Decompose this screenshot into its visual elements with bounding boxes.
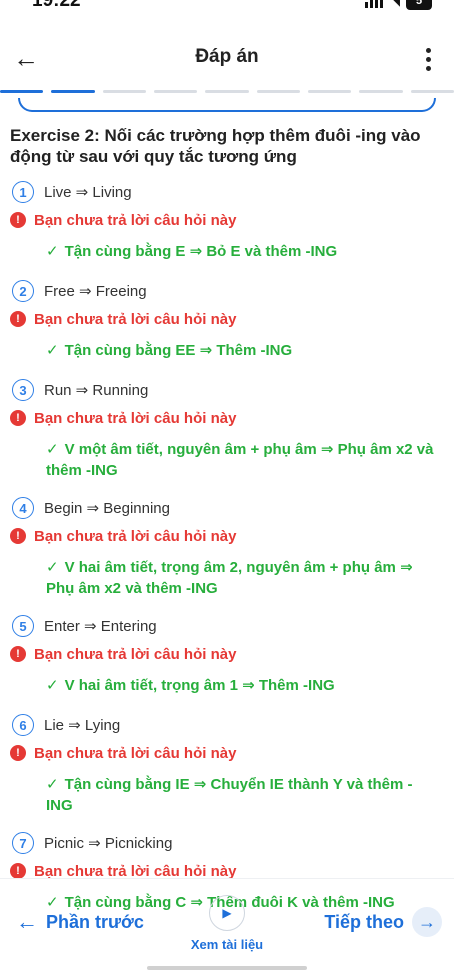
app-header: ← Đáp án	[0, 30, 454, 86]
exercise-title: Exercise 2: Nối các trường hợp thêm đuôi…	[10, 126, 421, 166]
question-text: Run ⇒ Running	[44, 382, 149, 399]
question-number: 1	[12, 181, 34, 203]
arrow-right-icon: →	[412, 907, 442, 937]
question-number: 4	[12, 497, 34, 519]
exclamation-icon: !	[10, 646, 26, 662]
correct-answer: ✓ V một âm tiết, nguyên âm + phụ âm ⇒ Phụ…	[46, 439, 434, 481]
progress-segment[interactable]	[256, 90, 300, 93]
exclamation-icon: !	[10, 863, 26, 879]
unanswered-warning: Bạn chưa trả lời câu hỏi này	[34, 527, 237, 545]
progress-segment[interactable]	[0, 90, 44, 93]
question-text: Enter ⇒ Entering	[44, 618, 157, 635]
answer-content: Exercise 2: Nối các trường hợp thêm đuôi…	[10, 125, 440, 913]
answer-text: Tận cùng bằng IE ⇒ Chuyển IE thành Y và …	[46, 776, 413, 814]
exclamation-icon: !	[10, 311, 26, 327]
question-item: 4 Begin ⇒ Beginning ! Bạn chưa trả lời câu…	[10, 495, 440, 599]
exclamation-icon: !	[10, 410, 26, 426]
check-icon: ✓	[46, 441, 59, 458]
play-icon: ▶	[209, 895, 245, 931]
check-icon: ✓	[46, 776, 59, 793]
question-item: 1 Live ⇒ Living ! Bạn chưa trả lời câu hỏi…	[10, 179, 440, 262]
status-bar: 19:22 ◥ 5	[0, 0, 454, 16]
correct-answer: ✓ V hai âm tiết, trọng âm 2, nguyên âm + …	[46, 557, 434, 599]
question-number: 3	[12, 379, 34, 401]
unanswered-warning: Bạn chưa trả lời câu hỏi này	[34, 645, 237, 663]
more-vertical-icon	[425, 47, 431, 53]
check-icon: ✓	[46, 559, 59, 576]
question-number: 7	[12, 832, 34, 854]
question-number: 6	[12, 714, 34, 736]
answer-text: V một âm tiết, nguyên âm + phụ âm ⇒ Phụ …	[46, 441, 434, 479]
unanswered-warning: Bạn chưa trả lời câu hỏi này	[34, 310, 237, 328]
question-number: 5	[12, 615, 34, 637]
question-text: Live ⇒ Living	[44, 184, 132, 201]
arrow-left-icon: ←	[16, 909, 38, 934]
previous-card-edge	[18, 98, 436, 112]
battery-icon: 5	[406, 0, 432, 10]
progress-segment[interactable]	[359, 90, 403, 93]
exclamation-icon: !	[10, 528, 26, 544]
unanswered-warning: Bạn chưa trả lời câu hỏi này	[34, 744, 237, 762]
unanswered-warning: Bạn chưa trả lời câu hỏi này	[34, 211, 237, 229]
question-item: 6 Lie ⇒ Lying ! Bạn chưa trả lời câu hỏi n…	[10, 712, 440, 816]
correct-answer: ✓ Tận cùng bằng EE ⇒ Thêm -ING	[46, 340, 434, 361]
next-label: Tiếp theo	[324, 911, 404, 932]
progress-segment[interactable]	[153, 90, 198, 93]
correct-answer: ✓ Tận cùng bằng E ⇒ Bỏ E và thêm -ING	[46, 241, 434, 262]
answer-text: V hai âm tiết, trọng âm 1 ⇒ Thêm -ING	[64, 677, 335, 694]
question-text: Free ⇒ Freeing	[44, 283, 147, 300]
question-text: Lie ⇒ Lying	[44, 717, 121, 734]
question-text: Begin ⇒ Beginning	[44, 500, 170, 517]
question-text: Picnic ⇒ Picnicking	[44, 835, 173, 852]
progress-segment[interactable]	[102, 90, 146, 93]
progress-segment[interactable]	[410, 90, 454, 93]
progress-segment[interactable]	[307, 90, 352, 93]
correct-answer: ✓ Tận cùng bằng IE ⇒ Chuyển IE thành Y và…	[46, 774, 434, 816]
home-indicator	[147, 966, 307, 970]
question-number: 2	[12, 280, 34, 302]
check-icon: ✓	[46, 243, 59, 260]
status-time: 19:22	[32, 0, 81, 11]
page-title: Đáp án	[195, 46, 259, 67]
progress-segment[interactable]	[51, 90, 95, 93]
answer-text: Tận cùng bằng E ⇒ Bỏ E và thêm -ING	[64, 243, 338, 260]
unanswered-warning: Bạn chưa trả lời câu hỏi này	[34, 409, 237, 427]
status-icons: ◥ 5	[365, 0, 432, 10]
answer-text: V hai âm tiết, trọng âm 2, nguyên âm + p…	[46, 559, 413, 597]
signal-icon	[365, 0, 384, 8]
question-item: 3 Run ⇒ Running ! Bạn chưa trả lời câu hỏi…	[10, 377, 440, 481]
more-options-button[interactable]	[416, 44, 440, 74]
view-document-label: Xem tài liệu	[190, 937, 264, 952]
exercise-progress	[0, 90, 454, 93]
correct-answer: ✓ V hai âm tiết, trọng âm 1 ⇒ Thêm -ING	[46, 675, 434, 696]
previous-section-button[interactable]: ← Phần trước	[16, 909, 144, 935]
exclamation-icon: !	[10, 212, 26, 228]
view-document-button[interactable]: ▶ Xem tài liệu	[184, 895, 270, 952]
next-button[interactable]: Tiếp theo →	[324, 907, 442, 937]
previous-label: Phần trước	[46, 911, 144, 932]
answer-text: Tận cùng bằng EE ⇒ Thêm -ING	[64, 342, 293, 359]
progress-segment[interactable]	[205, 90, 249, 93]
bottom-navigation: ← Phần trước ▶ Xem tài liệu Tiếp theo →	[0, 878, 454, 974]
exclamation-icon: !	[10, 745, 26, 761]
unanswered-warning: Bạn chưa trả lời câu hỏi này	[34, 862, 237, 880]
question-item: 2 Free ⇒ Freeing ! Bạn chưa trả lời câu hỏ…	[10, 278, 440, 361]
question-item: 5 Enter ⇒ Entering ! Bạn chưa trả lời câu …	[10, 613, 440, 696]
check-icon: ✓	[46, 342, 59, 359]
check-icon: ✓	[46, 677, 59, 694]
wifi-icon: ◥	[389, 0, 400, 8]
